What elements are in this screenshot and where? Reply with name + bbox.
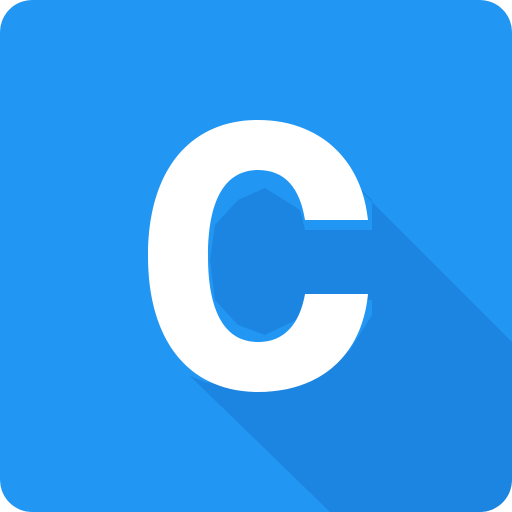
letter-c-icon <box>0 0 512 512</box>
letter-c-app-icon: C <box>0 0 512 512</box>
